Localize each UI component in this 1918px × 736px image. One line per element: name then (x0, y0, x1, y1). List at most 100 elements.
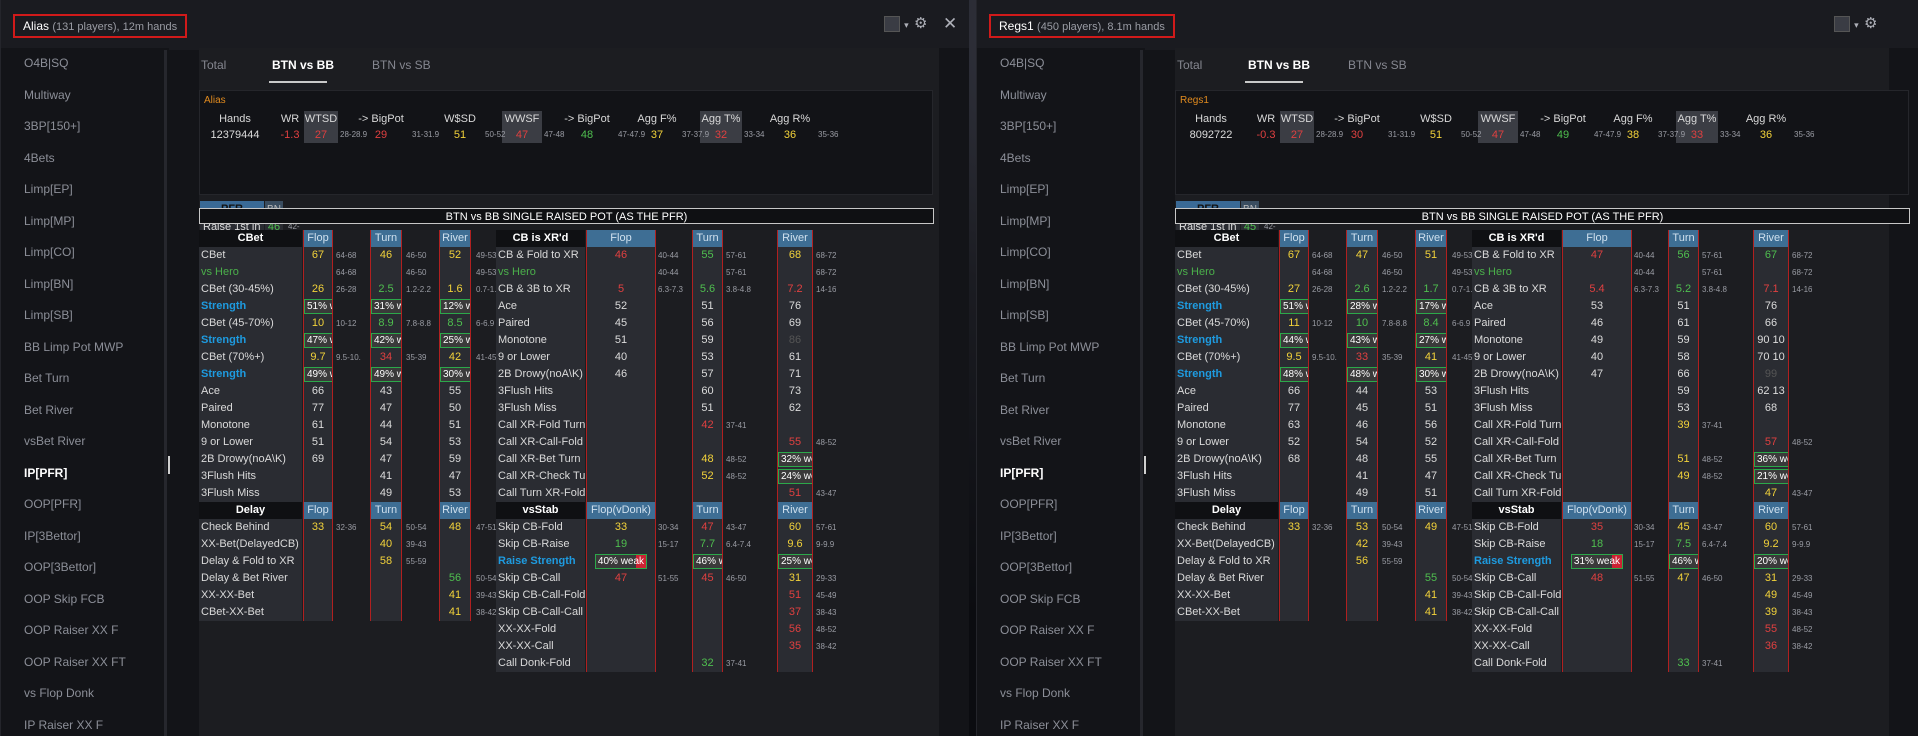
stat-cell[interactable]: 55 (692, 247, 723, 264)
sidebar-item[interactable]: Bet Turn (1, 363, 169, 395)
stat-cell[interactable]: 53 (1668, 400, 1699, 417)
sidebar-scroll-thumb[interactable] (1144, 456, 1146, 474)
stat-cell[interactable]: 36% wea (1753, 451, 1789, 468)
stat-cell[interactable]: 5.4 (1562, 281, 1632, 298)
stat-cell[interactable]: 20% wea (1753, 553, 1789, 570)
stat-cell[interactable]: 99 (1753, 366, 1789, 383)
stat-cell[interactable]: 60 (692, 383, 723, 400)
stat-cell[interactable]: 53 (1562, 298, 1632, 315)
stat-cell[interactable] (1668, 638, 1699, 655)
sidebar-item[interactable]: Limp[EP] (1, 174, 169, 206)
stat-cell[interactable] (586, 383, 656, 400)
stat-cell[interactable]: 46 (586, 247, 656, 264)
stat-cell[interactable] (692, 587, 723, 604)
stat-cell[interactable]: 33 (1668, 655, 1699, 672)
stat-cell[interactable] (586, 485, 656, 502)
stat-cell[interactable] (586, 468, 656, 485)
stat-cell[interactable]: 59 (692, 332, 723, 349)
sidebar-item[interactable]: 3BP[150+] (1, 111, 169, 143)
stat-cell[interactable]: 57 (1753, 434, 1789, 451)
tab-item[interactable]: BTN vs BB (272, 58, 334, 72)
stat-cell[interactable]: 67 (1753, 247, 1789, 264)
settings-gear-icon[interactable]: ⚙ (1864, 14, 1877, 34)
stat-cell[interactable] (692, 621, 723, 638)
stat-cell[interactable]: 51 (777, 587, 813, 604)
stat-cell[interactable] (1753, 417, 1789, 434)
stat-cell[interactable] (692, 638, 723, 655)
stat-cell[interactable] (1562, 383, 1632, 400)
sidebar-item[interactable]: O4B|SQ (977, 48, 1145, 80)
sidebar-item[interactable]: vs Flop Donk (1, 678, 169, 710)
stat-cell[interactable]: 52 (692, 468, 723, 485)
stat-cell[interactable] (777, 264, 813, 281)
stat-cell[interactable]: 40 (586, 349, 656, 366)
stat-cell[interactable]: 37 (777, 604, 813, 621)
stat-cell[interactable]: 7.5 (1668, 536, 1699, 553)
stat-cell[interactable] (1562, 417, 1632, 434)
stat-cell[interactable]: 45 (586, 315, 656, 332)
stat-cell[interactable]: 47 (1562, 247, 1632, 264)
stat-cell[interactable]: 45 (692, 570, 723, 587)
sidebar-item[interactable]: OOP Raiser XX F (1, 615, 169, 647)
stat-cell[interactable]: 19 (586, 536, 656, 553)
stat-cell[interactable] (1562, 468, 1632, 485)
stat-cell[interactable]: 56 (777, 621, 813, 638)
sidebar-item[interactable]: IP[PFR] (977, 458, 1145, 490)
stat-cell[interactable] (1562, 400, 1632, 417)
sidebar-item[interactable]: Bet River (1, 395, 169, 427)
stat-cell[interactable]: 31 (1753, 570, 1789, 587)
stat-cell[interactable]: 61 (777, 349, 813, 366)
sidebar-item[interactable]: Multiway (1, 80, 169, 112)
stat-cell[interactable] (586, 451, 656, 468)
sidebar-item[interactable]: Limp[CO] (1, 237, 169, 269)
stat-cell[interactable]: 57 (692, 366, 723, 383)
stat-cell[interactable] (1562, 587, 1632, 604)
stat-cell[interactable]: 40 (1562, 349, 1632, 366)
sidebar-item[interactable]: vs Flop Donk (977, 678, 1145, 710)
stat-cell[interactable]: 51 (586, 332, 656, 349)
stat-cell[interactable] (586, 655, 656, 672)
stat-cell[interactable] (692, 264, 723, 281)
stat-cell[interactable]: 7.1 (1753, 281, 1789, 298)
stat-cell[interactable] (692, 434, 723, 451)
sidebar-item[interactable]: OOP Skip FCB (1, 584, 169, 616)
stat-cell[interactable]: 36 (1753, 638, 1789, 655)
sidebar-item[interactable]: OOP[PFR] (977, 489, 1145, 521)
sidebar-item[interactable]: Limp[CO] (977, 237, 1145, 269)
sidebar-item[interactable]: IP[3Bettor] (977, 521, 1145, 553)
sidebar-item[interactable]: OOP[PFR] (1, 489, 169, 521)
stat-cell[interactable]: 5.6 (692, 281, 723, 298)
sidebar-item[interactable]: BB Limp Pot MWP (1, 332, 169, 364)
stat-cell[interactable]: 56 (1668, 247, 1699, 264)
stat-cell[interactable]: 56 (692, 315, 723, 332)
stat-cell[interactable] (586, 638, 656, 655)
stat-cell[interactable]: 35 (1562, 519, 1632, 536)
tab-item[interactable]: BTN vs SB (372, 58, 431, 72)
stat-cell[interactable]: 51 (692, 400, 723, 417)
stat-cell[interactable] (586, 434, 656, 451)
stat-cell[interactable]: 90 10 (1753, 332, 1789, 349)
stat-cell[interactable] (1562, 638, 1632, 655)
sidebar-item[interactable]: OOP[3Bettor] (1, 552, 169, 584)
stat-cell[interactable] (1753, 264, 1789, 281)
sidebar-item[interactable]: OOP Raiser XX FT (1, 647, 169, 679)
color-picker-button[interactable]: ▾ (884, 14, 909, 35)
stat-cell[interactable]: 39 (1668, 417, 1699, 434)
settings-gear-icon[interactable]: ⚙ (914, 14, 927, 34)
stat-cell[interactable]: 62 (777, 400, 813, 417)
stat-cell[interactable]: 42 (692, 417, 723, 434)
sidebar-item[interactable]: Bet River (977, 395, 1145, 427)
stat-cell[interactable]: 73 (777, 383, 813, 400)
stat-cell[interactable]: 9.6 (777, 536, 813, 553)
stat-cell[interactable]: 69 (777, 315, 813, 332)
tab-item[interactable]: BTN vs BB (1248, 58, 1310, 72)
sidebar-item[interactable]: IP Raiser XX F (977, 710, 1145, 736)
stat-cell[interactable]: 7.2 (777, 281, 813, 298)
sidebar-item[interactable]: vsBet River (977, 426, 1145, 458)
sidebar-item[interactable]: 3BP[150+] (977, 111, 1145, 143)
sidebar-item[interactable]: Limp[MP] (1, 206, 169, 238)
stat-cell[interactable]: 60 (1753, 519, 1789, 536)
stat-cell[interactable] (586, 587, 656, 604)
sidebar-item[interactable]: OOP Raiser XX FT (977, 647, 1145, 679)
stat-cell[interactable]: 76 (1753, 298, 1789, 315)
